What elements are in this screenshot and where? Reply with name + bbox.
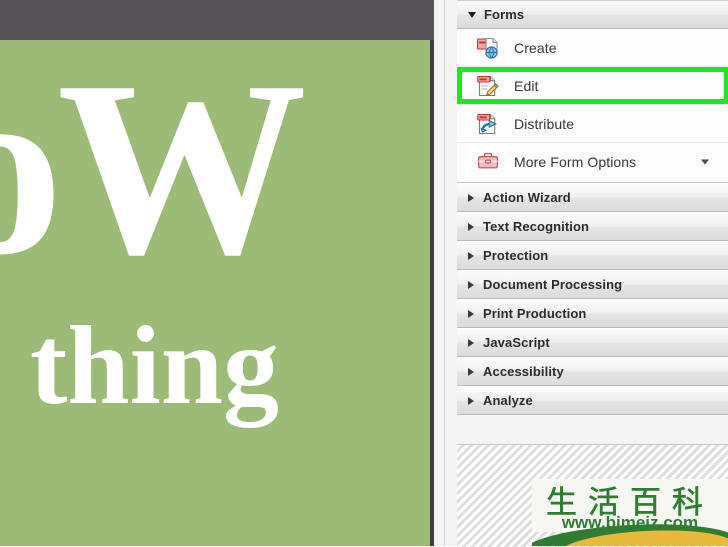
document-viewer: oW thing xyxy=(0,0,444,546)
form-create-icon xyxy=(476,36,500,60)
section-header-forms[interactable]: Forms xyxy=(457,0,728,29)
section-header-print-production-label: Print Production xyxy=(483,306,587,321)
form-distribute-icon xyxy=(476,112,500,136)
wikihow-logo-subtext: thing xyxy=(30,304,279,428)
tool-row-create[interactable]: Create xyxy=(457,29,728,66)
section-header-javascript-label: JavaScript xyxy=(483,335,550,350)
chevron-right-icon xyxy=(468,193,474,202)
tool-row-distribute[interactable]: Distribute xyxy=(457,105,728,142)
tool-row-create-label: Create xyxy=(514,39,557,56)
chevron-right-icon xyxy=(468,280,474,289)
panel-empty-area xyxy=(457,444,728,547)
section-header-text-recognition[interactable]: Text Recognition xyxy=(457,212,728,241)
section-header-analyze-label: Analyze xyxy=(483,393,533,408)
section-header-protection[interactable]: Protection xyxy=(457,241,728,270)
chevron-right-icon xyxy=(468,251,474,260)
wikihow-logo-text: oW xyxy=(0,40,307,307)
chevron-right-icon xyxy=(468,338,474,347)
section-header-protection-label: Protection xyxy=(483,248,549,263)
section-header-action-wizard-label: Action Wizard xyxy=(483,190,571,205)
section-header-analyze[interactable]: Analyze xyxy=(457,386,728,415)
section-header-javascript[interactable]: JavaScript xyxy=(457,328,728,357)
form-edit-icon xyxy=(476,74,500,98)
section-header-document-processing[interactable]: Document Processing xyxy=(457,270,728,299)
section-header-text-recognition-label: Text Recognition xyxy=(483,219,590,234)
viewer-toolbar-strip xyxy=(0,0,434,40)
chevron-right-icon xyxy=(468,309,474,318)
document-page[interactable]: oW thing xyxy=(0,40,434,546)
chevron-right-icon xyxy=(468,396,474,405)
section-header-document-processing-label: Document Processing xyxy=(483,277,623,292)
forms-section-body: Create Edit Distribute More Form Options xyxy=(457,29,728,183)
chevron-down-icon[interactable] xyxy=(701,159,709,164)
tool-row-more-form-options[interactable]: More Form Options xyxy=(457,143,728,180)
chevron-right-icon xyxy=(468,222,474,231)
section-header-print-production[interactable]: Print Production xyxy=(457,299,728,328)
section-header-accessibility[interactable]: Accessibility xyxy=(457,357,728,386)
tool-row-edit[interactable]: Edit xyxy=(457,67,728,104)
tools-panel: Forms Create Edit Distribute More Form O… xyxy=(444,0,728,547)
tool-row-distribute-label: Distribute xyxy=(514,115,575,132)
tool-row-edit-label: Edit xyxy=(514,77,539,94)
tools-panel-content: Forms Create Edit Distribute More Form O… xyxy=(457,0,728,547)
chevron-down-icon xyxy=(468,11,476,18)
briefcase-icon xyxy=(476,150,500,174)
chevron-right-icon xyxy=(468,367,474,376)
section-header-forms-label: Forms xyxy=(484,7,525,22)
tool-row-more-form-options-label: More Form Options xyxy=(514,153,637,170)
section-header-accessibility-label: Accessibility xyxy=(483,364,564,379)
section-header-action-wizard[interactable]: Action Wizard xyxy=(457,183,728,212)
